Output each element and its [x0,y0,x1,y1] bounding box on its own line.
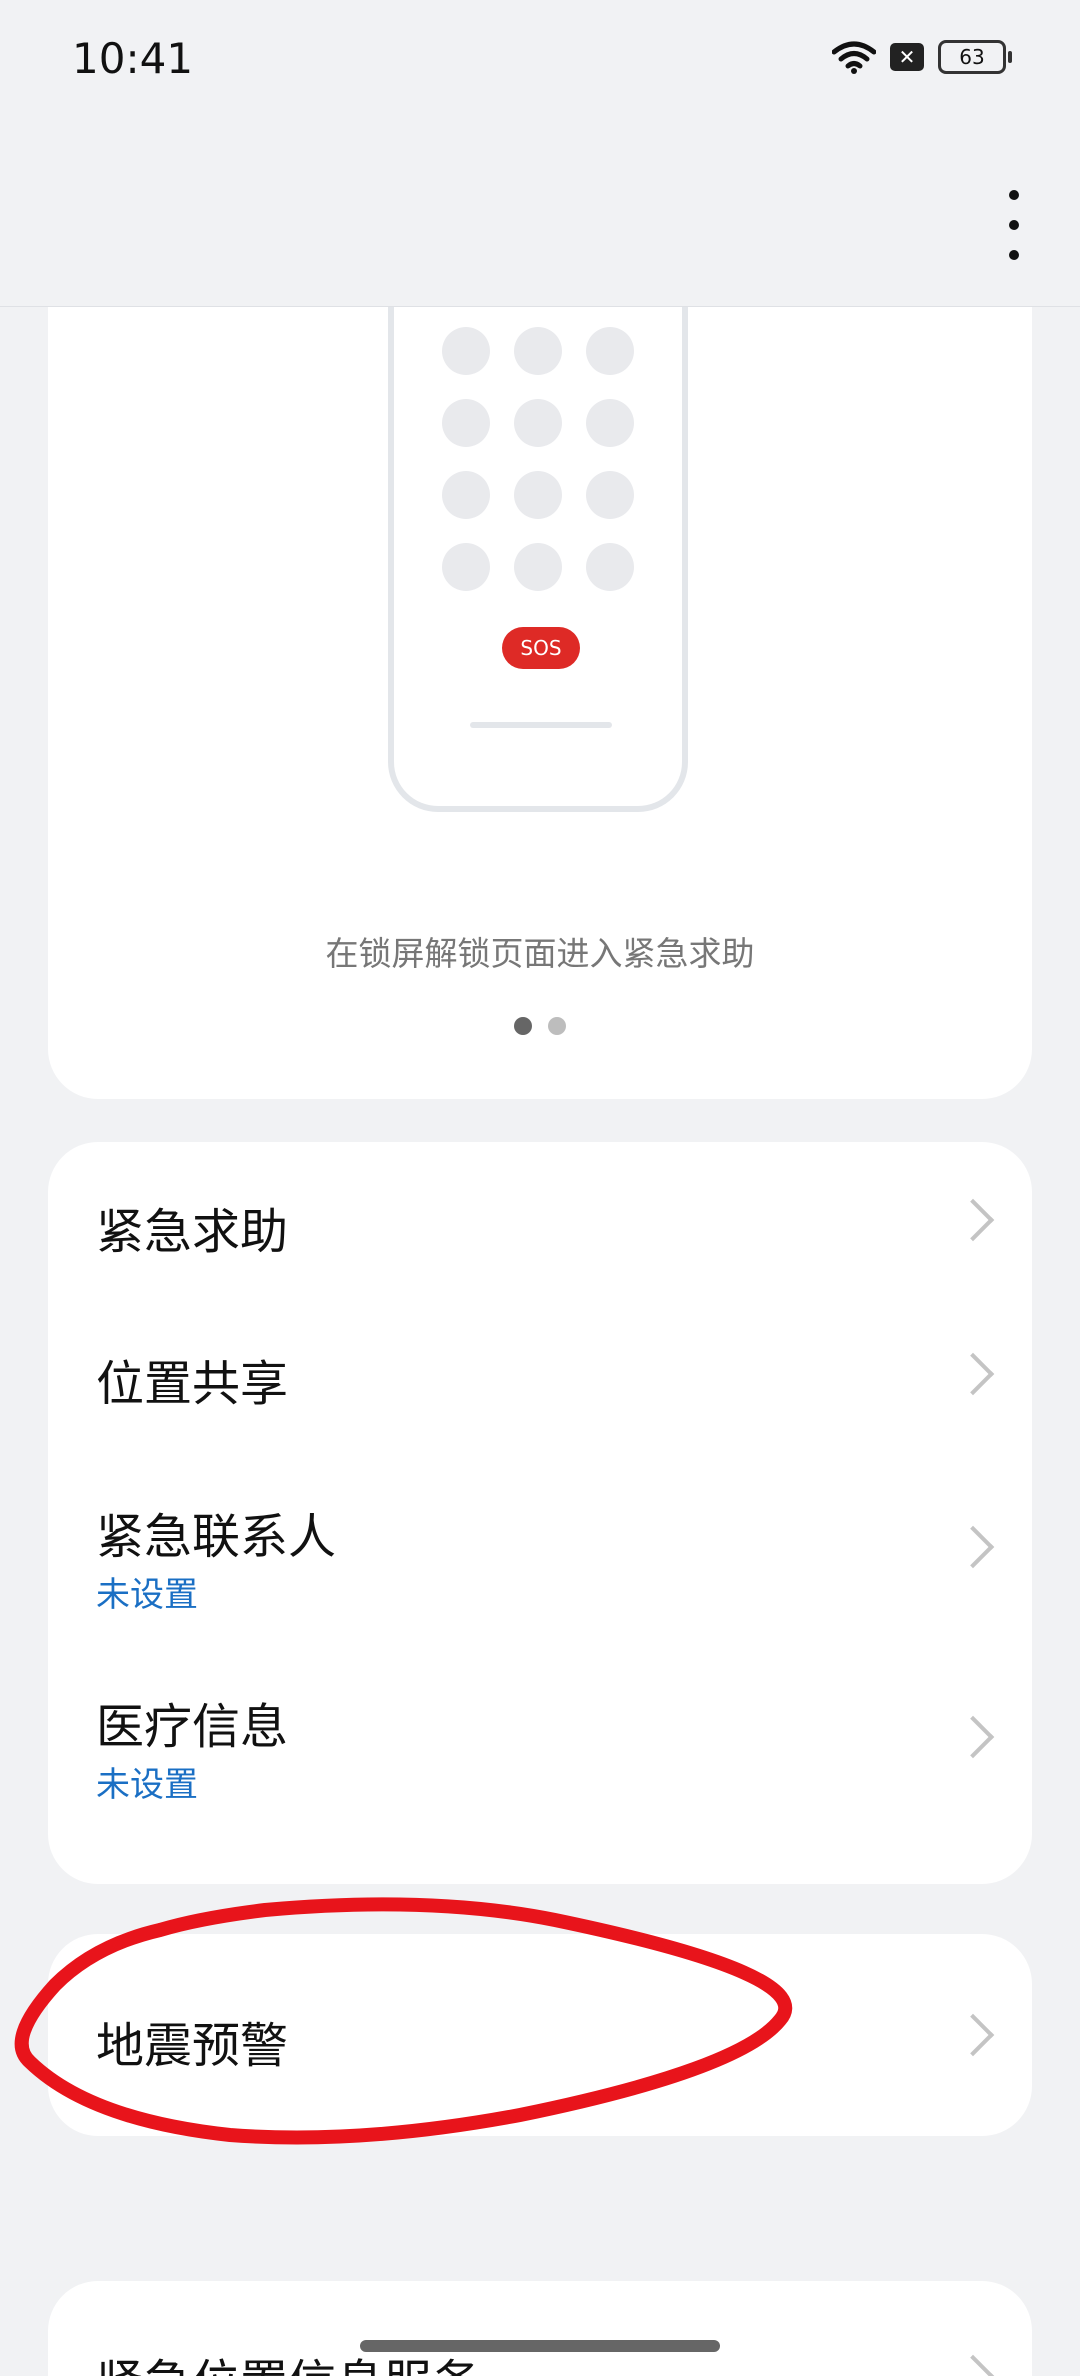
earthquake-card: 地震预警 [48,1934,1032,2136]
status-time: 10:41 [72,34,194,83]
menu-item-status: 未设置 [96,1765,198,1805]
menu-item-label: 医疗信息 [96,1699,289,1755]
gesture-bar[interactable] [360,2340,720,2352]
menu-item-label: 位置共享 [96,1356,289,1412]
status-bar: 10:41 ✕ 63 [0,0,1080,120]
sos-badge: SOS [502,627,580,669]
illustration-caption: 在锁屏解锁页面进入紧急求助 [325,934,755,973]
emergency-menu-card: 紧急求助 位置共享 紧急联系人 未设置 医疗信息 未设置 [48,1142,1032,1884]
no-sim-icon: ✕ [890,43,924,71]
location-service-card: 紧急位置信息服务 [48,2281,1032,2376]
battery-icon: 63 [938,40,1012,74]
menu-item-label: 紧急联系人 [96,1509,337,1565]
chevron-right-icon [951,1715,995,1759]
chevron-right-icon [951,1198,995,1242]
chevron-right-icon [951,2013,995,2057]
menu-item-emergency-contacts[interactable]: 紧急联系人 未设置 [48,1447,1032,1637]
phone-home-indicator [470,722,612,728]
top-app-bar [0,120,1080,307]
menu-item-earthquake-warning[interactable]: 地震预警 [48,1934,1032,2136]
menu-item-status: 未设置 [96,1575,198,1615]
scroll-content[interactable]: SOS 在锁屏解锁页面进入紧急求助 紧急求助 位置共享 紧急联系人 未设置 医疗… [0,307,1080,2376]
menu-item-emergency-sos[interactable]: 紧急求助 [48,1142,1032,1292]
phone-illustration: SOS [388,307,688,812]
wifi-icon [832,41,876,74]
illustration-card: SOS 在锁屏解锁页面进入紧急求助 [48,307,1032,1099]
menu-item-label: 紧急求助 [96,1204,289,1260]
keypad-illustration [442,327,634,591]
menu-item-medical-info[interactable]: 医疗信息 未设置 [48,1637,1032,1827]
page-dot-2[interactable] [548,1017,566,1035]
status-icons: ✕ 63 [832,40,1012,74]
page-dot-1[interactable] [514,1017,532,1035]
menu-item-location-sharing[interactable]: 位置共享 [48,1292,1032,1447]
chevron-right-icon [951,2354,995,2376]
menu-item-label: 地震预警 [96,2018,289,2074]
page-indicator [48,1017,1032,1035]
menu-item-emergency-location-service[interactable]: 紧急位置信息服务 [48,2281,1032,2376]
chevron-right-icon [951,1525,995,1569]
more-options-icon[interactable] [994,190,1034,260]
chevron-right-icon [951,1352,995,1396]
